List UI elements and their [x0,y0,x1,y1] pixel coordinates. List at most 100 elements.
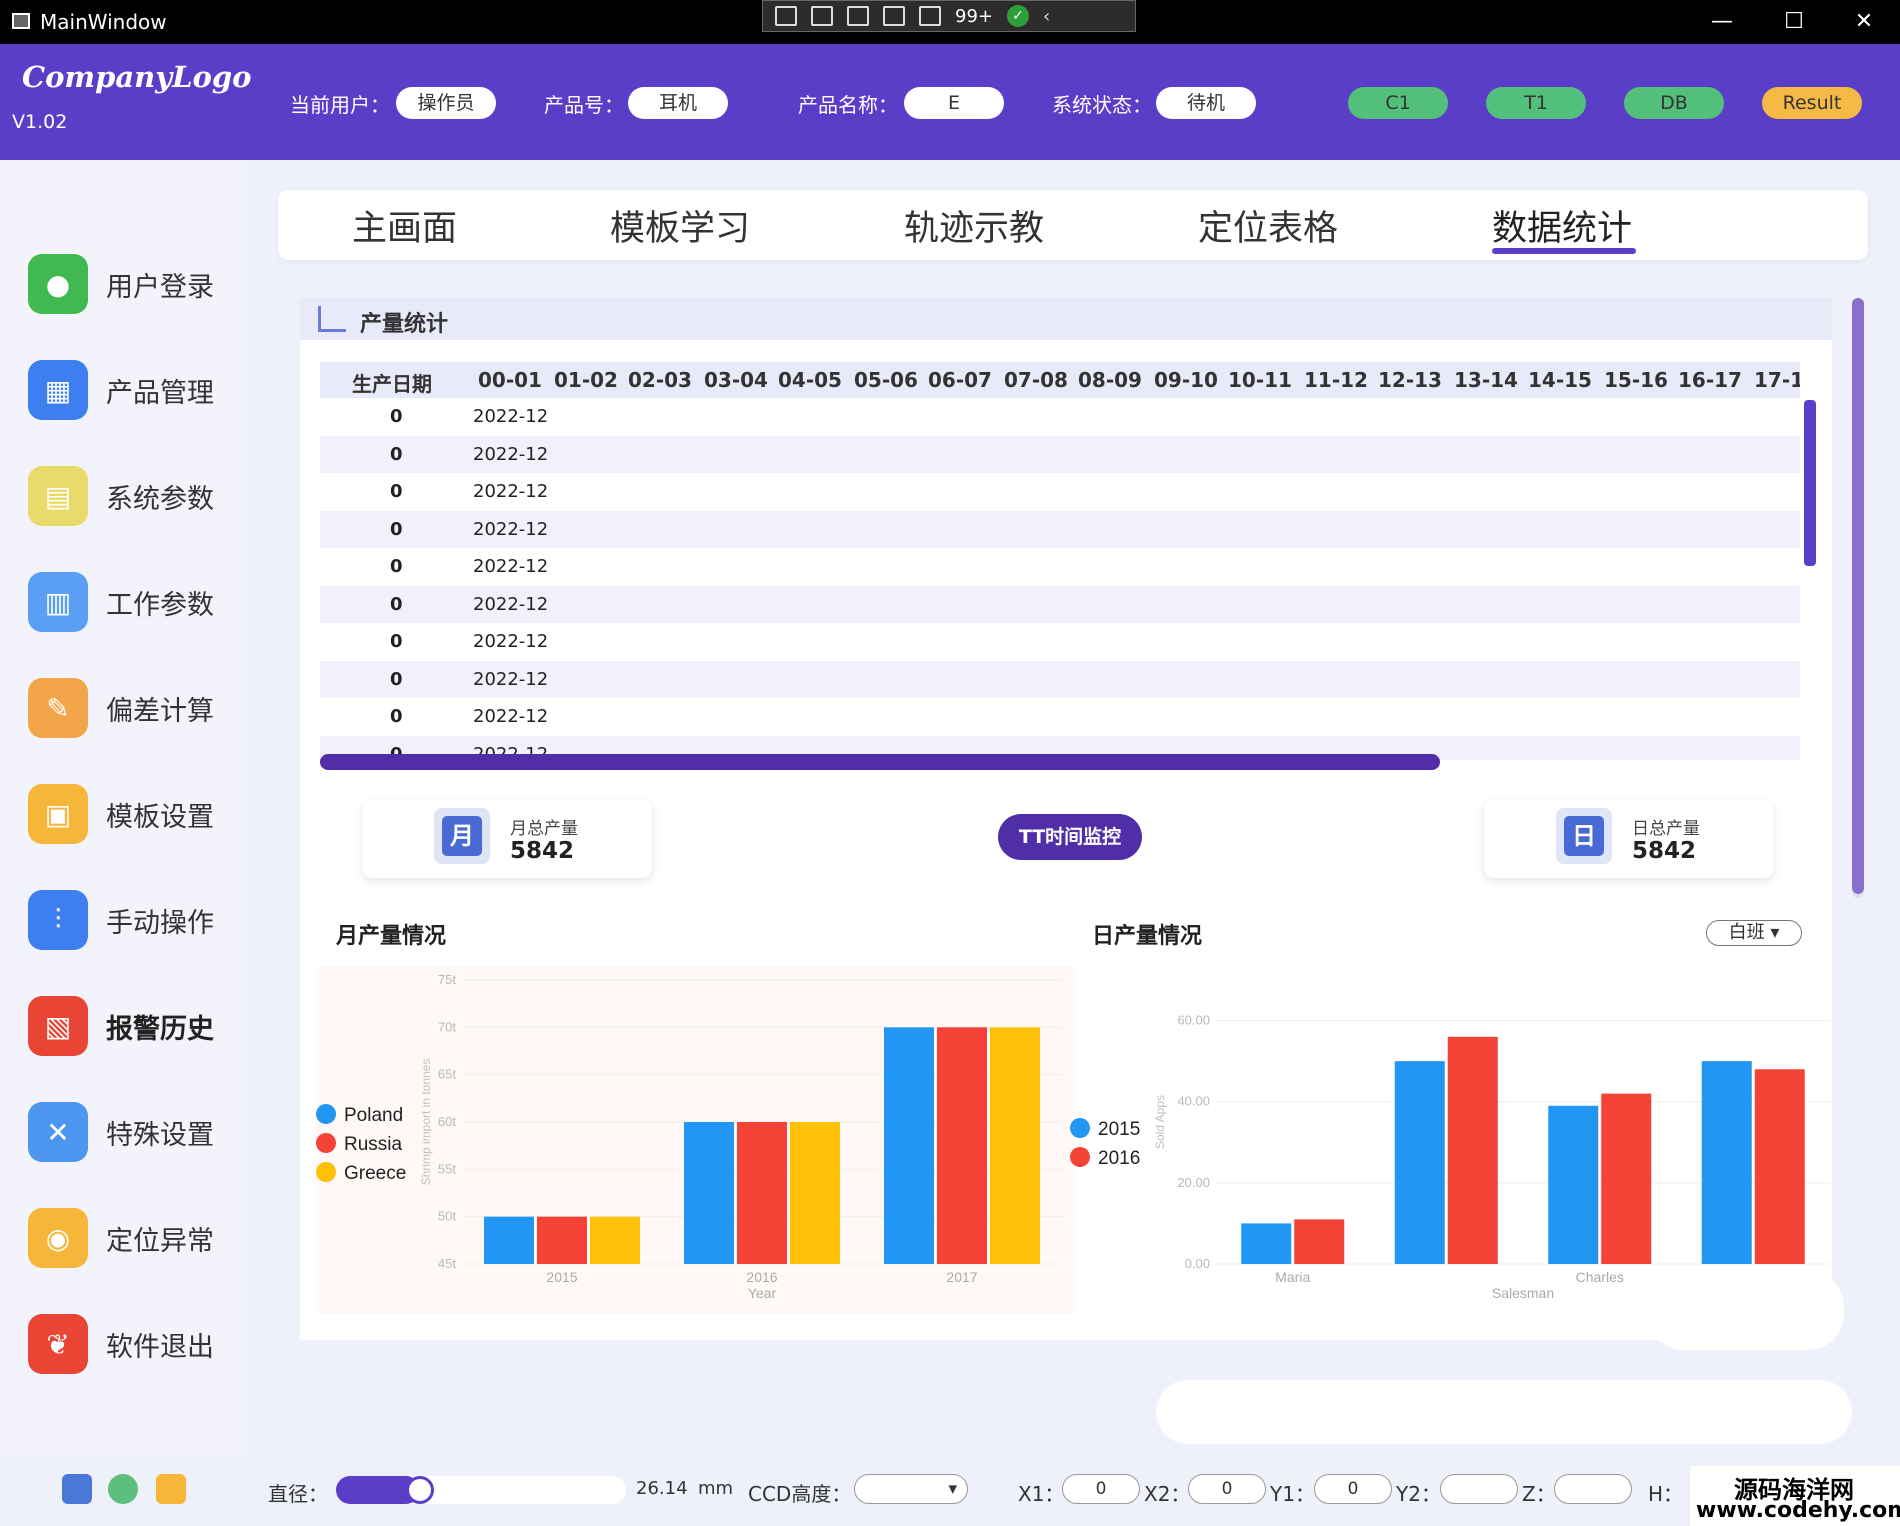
table-vertical-scrollbar[interactable] [1804,400,1816,566]
table-header-cell[interactable]: 03-04 [704,368,768,392]
y2-field[interactable] [1440,1474,1518,1504]
table-horizontal-scrollbar[interactable] [320,754,1440,770]
video-icon[interactable] [811,6,833,26]
cursor-icon[interactable] [847,6,869,26]
x-tick-label: Maria [1275,1269,1310,1285]
bar-Greece-2016[interactable] [790,1122,840,1264]
tab-template-learning[interactable]: 模板学习 [610,200,750,251]
table-row[interactable]: 0 2022-12 [320,510,1800,548]
table-header-cell[interactable]: 11-12 [1304,368,1368,392]
window-capture-icon[interactable] [919,6,941,26]
table-header-cell[interactable]: 06-07 [928,368,992,392]
clipboard-icon: ▥ [28,572,88,632]
sidebar-item-2[interactable]: ▤ 系统参数 [28,464,238,528]
z-field[interactable] [1554,1474,1632,1504]
sidebar-item-7[interactable]: ▧ 报警历史 [28,994,238,1058]
table-header-cell[interactable]: 16-17 [1678,368,1742,392]
tt-time-monitor-button[interactable]: TT时间监控 [998,814,1142,860]
table-row[interactable]: 0 2022-12 [320,660,1800,698]
confirm-icon[interactable]: ✓ [1007,5,1029,27]
table-row[interactable]: 0 2022-12 [320,473,1800,510]
table-header-cell[interactable]: 04-05 [778,368,842,392]
tab-main-screen[interactable]: 主画面 [352,200,457,251]
bar-2016-Charles[interactable] [1601,1093,1652,1264]
product-name-value: E [904,87,1004,119]
x1-field[interactable]: 0 [1062,1474,1140,1504]
sidebar-item-9[interactable]: ◉ 定位异常 [28,1206,238,1270]
sidebar-item-3[interactable]: ▥ 工作参数 [28,570,238,634]
shift-select[interactable]: 白班 ▾ [1706,920,1802,946]
bar-Greece-2017[interactable] [990,1027,1040,1264]
table-header-cell[interactable]: 07-08 [1004,368,1068,392]
bar-2015-3[interactable] [1701,1061,1752,1264]
bar-Poland-2017[interactable] [884,1027,934,1264]
bar-Poland-2016[interactable] [684,1122,734,1264]
bar-2015-Charles[interactable] [1548,1105,1599,1264]
close-button[interactable]: ✕ [1844,8,1884,36]
ccd-height-select[interactable]: ▾ [854,1474,968,1504]
table-header-cell[interactable]: 01-02 [554,368,618,392]
eye-icon[interactable] [108,1474,138,1504]
tab-positioning-table[interactable]: 定位表格 [1198,200,1338,251]
minimize-button[interactable]: — [1702,8,1742,36]
table-header-cell[interactable]: 10-11 [1228,368,1292,392]
sidebar-item-8[interactable]: ✕ 特殊设置 [28,1100,238,1164]
table-header-cell[interactable]: 15-16 [1604,368,1668,392]
table-row[interactable]: 0 2022-12 [320,698,1800,735]
sidebar-item-5[interactable]: ▣ 模板设置 [28,782,238,846]
row-count-cell: 0 [390,631,403,652]
row-count-cell: 0 [390,706,403,727]
bar-Russia-2015[interactable] [537,1216,587,1264]
bar-2015-1[interactable] [1394,1061,1445,1264]
sidebar-item-6[interactable]: ⫶ 手动操作 [28,888,238,952]
table-header-cell[interactable]: 05-06 [854,368,918,392]
maximize-button[interactable]: ☐ [1774,8,1814,36]
bar-2016-1[interactable] [1447,1036,1498,1264]
app-icon [12,13,30,29]
row-count-cell: 0 [390,481,403,502]
table-row[interactable]: 0 2022-12 [320,435,1800,473]
settings-sliders-icon[interactable] [62,1474,92,1504]
chart-stats-icon [318,306,346,332]
bar-Poland-2015[interactable] [484,1216,534,1264]
sidebar-item-0[interactable]: ● 用户登录 [28,252,238,316]
x-tick-label: 2015 [546,1269,577,1285]
tab-trajectory-teaching[interactable]: 轨迹示教 [904,200,1044,251]
table-row[interactable]: 0 2022-12 [320,548,1800,585]
table-row[interactable]: 0 2022-12 [320,623,1800,660]
diameter-slider-thumb[interactable] [406,1476,434,1504]
table-header-cell[interactable]: 14-15 [1528,368,1592,392]
bar-Greece-2015[interactable] [590,1216,640,1264]
sidebar-item-10[interactable]: ❦ 软件退出 [28,1312,238,1376]
bar-Russia-2017[interactable] [937,1027,987,1264]
table-header-cell[interactable]: 12-13 [1378,368,1442,392]
bar-2016-Maria[interactable] [1294,1219,1345,1264]
table-row[interactable]: 0 2022-12 [320,398,1800,435]
table-row[interactable]: 0 2022-12 [320,585,1800,623]
table-header-cell[interactable]: 08-09 [1078,368,1142,392]
bar-Russia-2016[interactable] [737,1122,787,1264]
y1-field[interactable]: 0 [1314,1474,1392,1504]
table-header-cell[interactable]: 09-10 [1154,368,1218,392]
table-header-cell[interactable]: 02-03 [628,368,692,392]
x1-label: X1： [1018,1482,1065,1506]
camera-icon[interactable] [156,1474,186,1504]
tab-data-statistics[interactable]: 数据统计 [1492,200,1632,251]
table-header-cell[interactable]: 00-01 [478,368,542,392]
capture-settings-icon[interactable] [775,6,797,26]
sidebar-item-4[interactable]: ✎ 偏差计算 [28,676,238,740]
row-date-cell: 2022-12 [473,593,549,615]
collapse-chevron-icon[interactable]: ‹ [1043,6,1050,27]
bar-2015-Maria[interactable] [1241,1223,1292,1264]
table-header-cell[interactable]: 生产日期 [352,368,432,397]
table-header-cell[interactable]: 17-18 [1754,368,1800,392]
sidebar-item-1[interactable]: ▦ 产品管理 [28,358,238,422]
bar-2016-3[interactable] [1754,1069,1805,1264]
table-header-cell[interactable]: 13-14 [1454,368,1518,392]
active-tab-underline [1492,248,1636,254]
row-date-cell: 2022-12 [473,443,549,465]
main-scrollbar-thumb[interactable] [1852,298,1864,894]
x2-field[interactable]: 0 [1188,1474,1266,1504]
row-date-cell: 2022-12 [473,668,549,690]
region-icon[interactable] [883,6,905,26]
